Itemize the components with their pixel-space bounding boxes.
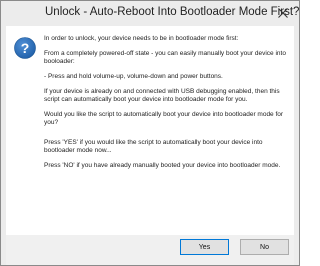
svg-text:?: ? bbox=[21, 40, 30, 56]
message-paragraph: Would you like the script to automatical… bbox=[44, 111, 284, 126]
message-text: In order to unlock, your device needs to… bbox=[44, 35, 286, 177]
yes-button[interactable]: Yes bbox=[180, 239, 229, 255]
no-button[interactable]: No bbox=[240, 239, 289, 255]
message-paragraph: From a completely powered-off state - yo… bbox=[44, 50, 286, 65]
message-paragraph: Press 'NO' if you have already manually … bbox=[44, 162, 281, 169]
window-title: Unlock - Auto-Reboot Into Bootloader Mod… bbox=[45, 6, 300, 18]
message-paragraph: Press 'YES' if you would like the script… bbox=[44, 139, 263, 154]
message-paragraph: In order to unlock, your device needs to… bbox=[44, 35, 239, 42]
dialog-content: ? In order to unlock, your device needs … bbox=[6, 26, 294, 235]
close-icon bbox=[278, 8, 288, 18]
dialog-window: Unlock - Auto-Reboot Into Bootloader Mod… bbox=[0, 0, 300, 266]
message-paragraph: - Press and hold volume-up, volume-down … bbox=[44, 73, 223, 80]
message-paragraph: If your device is already on and connect… bbox=[44, 88, 280, 103]
close-button[interactable] bbox=[267, 1, 299, 25]
button-bar: Yes No bbox=[6, 235, 294, 265]
title-bar[interactable]: Unlock - Auto-Reboot Into Bootloader Mod… bbox=[1, 1, 299, 26]
question-mark-icon: ? bbox=[14, 37, 36, 59]
